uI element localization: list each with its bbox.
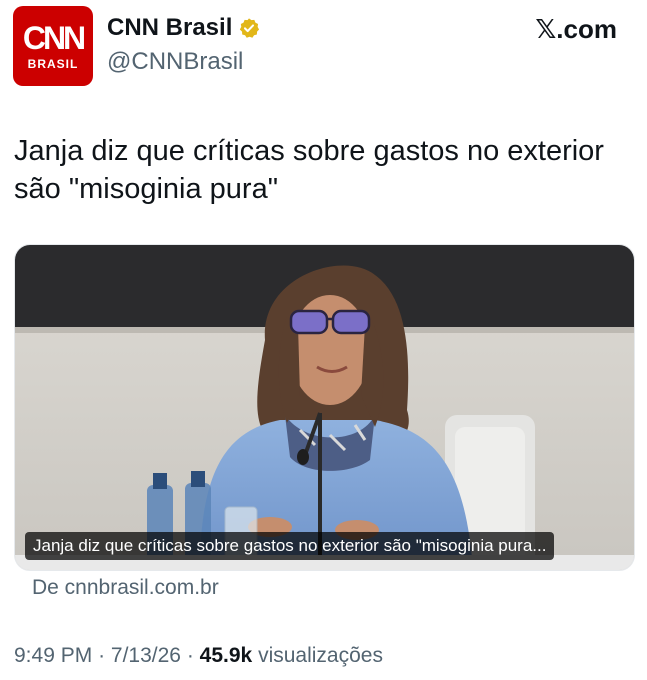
- tweet-meta: 9:49 PM · 7/13/26 · 45.9k visualizações: [14, 644, 383, 668]
- link-card[interactable]: Janja diz que críticas sobre gastos no e…: [14, 244, 635, 571]
- account-handle[interactable]: @CNNBrasil: [107, 48, 243, 76]
- views-count: 45.9k: [199, 644, 253, 667]
- platform-logo: 𝕏.com: [535, 14, 617, 44]
- link-card-caption: Janja diz que críticas sobre gastos no e…: [25, 532, 555, 560]
- verified-gold-badge-icon[interactable]: [238, 17, 260, 39]
- tweet-text: Janja diz que críticas sobre gastos no e…: [14, 135, 604, 205]
- meta-separator: ·: [98, 644, 106, 667]
- avatar-logo-subtext: BRASIL: [27, 57, 79, 71]
- link-card-source[interactable]: De cnnbrasil.com.br: [32, 576, 219, 600]
- views-label: visualizações: [258, 644, 383, 667]
- tweet-time[interactable]: 9:49 PM: [14, 644, 92, 667]
- name-row: CNN Brasil: [107, 14, 260, 42]
- meta-separator: ·: [186, 644, 194, 667]
- article-photo: [15, 245, 634, 570]
- tweet-date[interactable]: 7/13/26: [111, 644, 181, 667]
- display-name[interactable]: CNN Brasil: [107, 14, 232, 42]
- avatar[interactable]: CNN BRASIL: [13, 6, 93, 86]
- avatar-logo-text: CNN: [22, 20, 86, 56]
